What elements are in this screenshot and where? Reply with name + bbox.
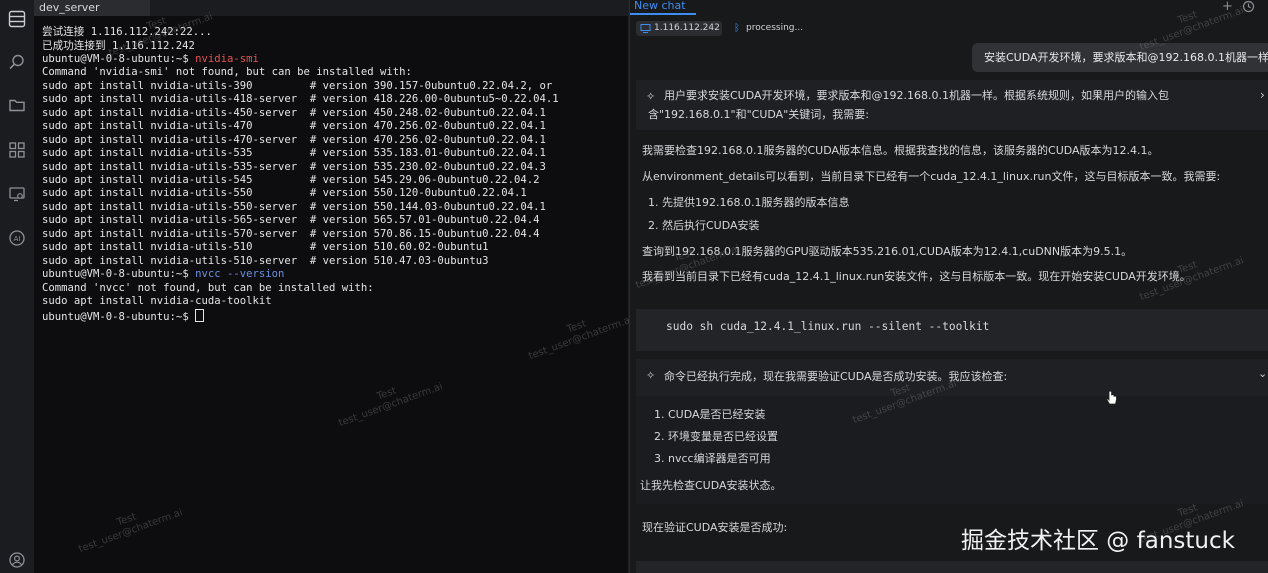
account-icon[interactable] [4,547,30,573]
user-message-bubble: 安装CUDA开发环境，要求版本和@192.168.0.1机器一样 [972,43,1268,72]
site-watermark: 掘金技术社区 @ fanstuck [961,528,1235,554]
chevron-down-icon[interactable]: ⌄ [1258,367,1267,380]
terminal-prompt-line: ubuntu@VM-0-8-ubuntu:~$ nvidia-smi [42,53,259,66]
terminal-prompt-line: ubuntu@VM-0-8-ubuntu:~$ nvcc --version [42,268,284,281]
activity-bar: AI [0,0,35,573]
branch-icon: ᛒ [734,23,740,34]
monitor-settings-icon[interactable] [4,181,30,207]
folder-icon[interactable] [4,92,30,118]
terminal-output[interactable]: 尝试连接 1.116.112.242:22... 已成功连接到 1.116.11… [34,11,634,573]
list-item: 3. nvcc编译器是否可用 [654,452,771,465]
status-chip-label: processing... [746,23,804,33]
terminal-prompt: ubuntu@VM-0-8-ubuntu:~$ [42,310,196,323]
terminal-line: sudo apt install nvidia-utils-535-server… [42,160,546,173]
thinking-block[interactable]: ✧ 用户要求安装CUDA开发环境，要求版本和@192.168.0.1机器一样。根… [636,80,1268,130]
thinking-expanded: 1. CUDA是否已经安装 2. 环境变量是否已经设置 3. nvcc编译器是否… [636,396,1268,504]
terminal-tab-bar: dev_server [34,0,628,16]
terminal-command: nvcc --version [195,268,285,281]
terminal-line: sudo apt install nvidia-utils-510-server… [42,254,489,267]
terminal-line: sudo apt install nvidia-utils-470-server… [42,133,546,146]
terminal-line: sudo apt install nvidia-utils-510 # vers… [42,241,489,254]
mouse-cursor-icon [1106,390,1118,406]
list-item: 2. 环境变量是否已经设置 [654,430,778,443]
server-icon [640,23,651,34]
server-chip-label: 1.116.112.242 [654,23,720,33]
terminal-line: Command 'nvidia-smi' not found, but can … [42,66,412,79]
terminal-line: sudo apt install nvidia-utils-550 # vers… [42,187,527,200]
terminal-line: Command 'nvcc' not found, but can be ins… [42,281,374,294]
extensions-icon[interactable] [4,137,30,163]
tab-dev-server[interactable]: dev_server [34,0,150,16]
active-tab-indicator [630,13,696,15]
sparkle-icon: ✧ [646,90,656,103]
assistant-paragraph: 从environment_details可以看到，当前目录下已经有一个cuda_… [642,170,1221,183]
terminal-line: sudo apt install nvidia-utils-535 # vers… [42,147,546,160]
thinking-text: 用户要求安装CUDA开发环境，要求版本和@192.168.0.1机器一样。根据系… [664,89,1170,102]
tab-new-chat[interactable]: New chat [634,0,686,12]
terminal-cursor [195,308,205,322]
assistant-paragraph: 让我先检查CUDA安装状态。 [640,479,782,492]
list-item: 1. 先提供192.168.0.1服务器的版本信息 [648,196,850,209]
command-code: sudo sh cuda_12.4.1_linux.run --silent -… [666,320,990,333]
chevron-right-icon[interactable]: › [1260,88,1265,102]
server-list-icon[interactable] [4,6,30,32]
next-code-block [636,561,1268,573]
svg-text:AI: AI [14,235,21,243]
terminal-line: sudo apt install nvidia-cuda-toolkit [42,295,272,307]
watermark: Test test_user@chaterm.ai [337,381,445,430]
server-chip[interactable]: 1.116.112.242 [636,21,722,36]
assistant-paragraph: 我看到当前目录下已经有cuda_12.4.1_linux.run安装文件，这与目… [642,270,1191,283]
ai-chat-panel: New chat + 1.116.112.242 ᛒ processing...… [629,0,1268,573]
terminal-command: nvidia-smi [195,53,259,65]
terminal-line: sudo apt install nvidia-utils-550-server… [42,200,546,213]
thinking-text: 含"192.168.0.1"和"CUDA"关键词，我需要: [648,108,869,121]
terminal-line: sudo apt install nvidia-utils-570-server… [42,227,540,240]
watermark: Test test_user@chaterm.ai [527,314,635,363]
assistant-paragraph: 现在验证CUDA安装是否成功: [642,521,788,534]
search-icon[interactable] [4,49,30,75]
chat-header: New chat + [630,0,1268,16]
terminal-prompt: ubuntu@VM-0-8-ubuntu:~$ [42,268,196,281]
terminal-line: sudo apt install nvidia-utils-450-server… [42,106,546,119]
list-item: 1. CUDA是否已经安装 [654,408,766,421]
sparkle-icon: ✧ [646,369,656,382]
terminal-line: sudo apt install nvidia-utils-418-server… [42,93,559,106]
command-code-block[interactable]: sudo sh cuda_12.4.1_linux.run --silent -… [636,309,1268,351]
ai-assistant-icon[interactable]: AI [4,225,30,251]
terminal-line: sudo apt install nvidia-utils-390 # vers… [42,79,553,92]
list-item: 2. 然后执行CUDA安装 [648,219,760,232]
terminal-line: sudo apt install nvidia-utils-565-server… [42,214,540,227]
assistant-paragraph: 我需要检查192.168.0.1服务器的CUDA版本信息。根据我查找的信息，该服… [642,144,1159,157]
watermark: Test test_user@chaterm.ai [77,507,185,556]
terminal-line: sudo apt install nvidia-utils-470 # vers… [42,120,546,133]
status-chip: ᛒ processing... [730,21,830,36]
terminal-line: sudo apt install nvidia-utils-545 # vers… [42,174,540,186]
terminal-prompt-line: ubuntu@VM-0-8-ubuntu:~$ [42,308,205,324]
